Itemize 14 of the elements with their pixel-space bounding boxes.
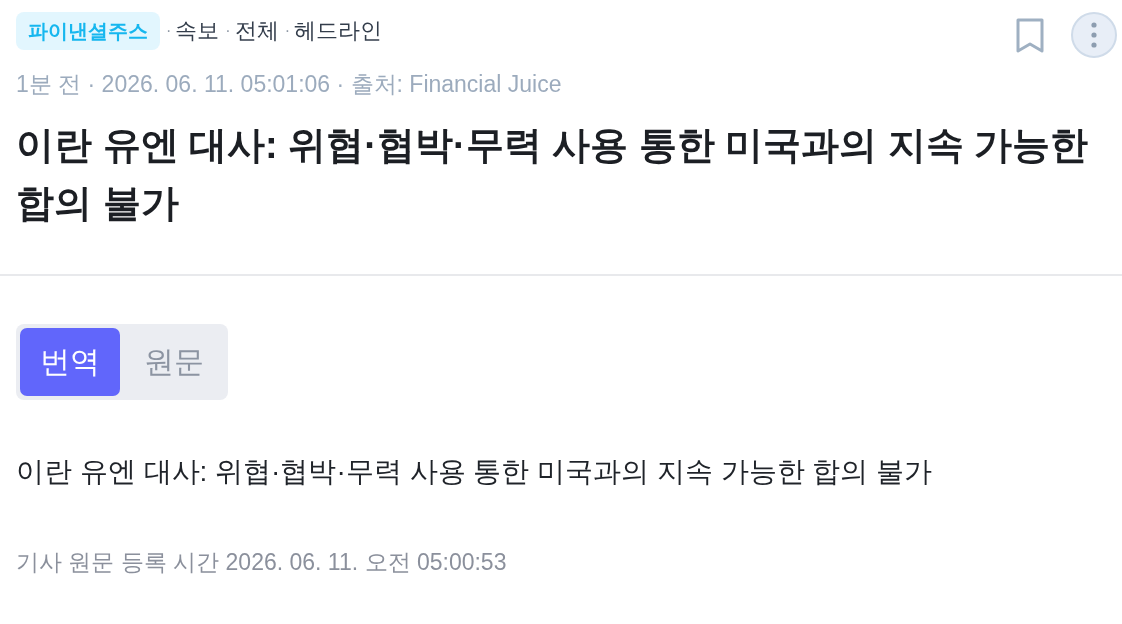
article-title: 이란 유엔 대사: 위협·협박·무력 사용 통한 미국과의 지속 가능한 합의 불가 (16, 123, 1090, 226)
category-link[interactable]: 헤드라인 (294, 16, 382, 46)
bookmark-icon[interactable] (1016, 18, 1044, 54)
article-text: 이란 유엔 대사: 위협·협박·무력 사용 통한 미국과의 지속 가능한 합의 불가 (16, 455, 934, 489)
article-meta: 1분 전 · 2026. 06. 11. 05:01:06 · 출처: Financial Juice (16, 70, 563, 98)
category-link[interactable]: 전체 (234, 16, 279, 46)
more-icon (1091, 22, 1097, 48)
separator-text: · (225, 22, 231, 40)
original-timestamp: 기사 원문 등록 시간 2026. 06. 11. 오전 05:00:53 (16, 548, 508, 577)
more-button[interactable] (1071, 12, 1117, 58)
separator-text: · (284, 22, 290, 40)
separator-text: · (166, 22, 172, 40)
category-link[interactable]: 속보 (175, 16, 220, 46)
view-tab[interactable]: 번역 (20, 328, 120, 396)
